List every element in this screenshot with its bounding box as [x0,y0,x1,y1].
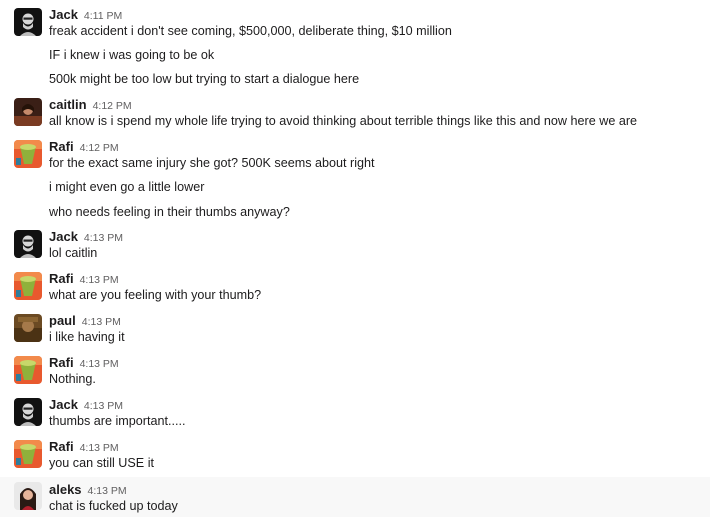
message[interactable]: Rafi 4:12 PM for the exact same injury sh… [0,136,710,226]
message-text: for the exact same injury she got? 500K … [49,156,375,170]
jack-avatar-icon[interactable] [14,398,42,426]
message[interactable]: caitlin 4:12 PM all know is i spend my wh… [0,96,710,136]
message-text: lol caitlin [49,246,98,260]
author-name[interactable]: Rafi [49,439,74,454]
message-text: 500k might be too low but trying to star… [49,72,360,86]
message[interactable]: Jack 4:13 PM lol caitlin [0,226,710,268]
message-text: i like having it [49,330,125,344]
message-text: all know is i spend my whole life trying… [49,114,638,128]
message-text: chat is fucked up today [49,499,178,513]
message-text: Nothing. [49,372,96,386]
timestamp[interactable]: 4:13 PM [84,232,123,244]
message[interactable]: aleks 4:13 PM chat is fucked up today [0,477,710,517]
message-text: freak accident i don't see coming, $500,… [49,24,452,38]
paul-avatar-icon[interactable] [14,314,42,342]
author-name[interactable]: Rafi [49,139,74,154]
message[interactable]: Rafi 4:13 PM Nothing. [0,352,710,394]
author-name[interactable]: Jack [49,397,78,412]
rafi-avatar-icon[interactable] [14,140,42,168]
author-name[interactable]: paul [49,313,76,328]
author-name[interactable]: Jack [49,229,78,244]
message-text: IF i knew i was going to be ok [49,48,215,62]
caitlin-avatar-icon[interactable] [14,98,42,126]
rafi-avatar-icon[interactable] [14,356,42,384]
timestamp[interactable]: 4:13 PM [82,316,121,328]
timestamp[interactable]: 4:11 PM [84,10,122,22]
rafi-avatar-icon[interactable] [14,440,42,468]
timestamp[interactable]: 4:12 PM [93,100,132,112]
timestamp[interactable]: 4:13 PM [88,485,127,497]
message-text: i might even go a little lower [49,180,205,194]
aleks-avatar-icon[interactable] [14,482,42,510]
message[interactable]: Jack 4:13 PM thumbs are important..... [0,394,710,436]
message[interactable]: Rafi 4:13 PM what are you feeling with yo… [0,268,710,310]
message-text: who needs feeling in their thumbs anyway… [49,205,290,219]
timestamp[interactable]: 4:12 PM [80,142,119,154]
timestamp[interactable]: 4:13 PM [80,358,119,370]
rafi-avatar-icon[interactable] [14,272,42,300]
timestamp[interactable]: 4:13 PM [80,274,119,286]
author-name[interactable]: Rafi [49,271,74,286]
author-name[interactable]: Jack [49,7,78,22]
jack-avatar-icon[interactable] [14,230,42,258]
author-name[interactable]: Rafi [49,355,74,370]
author-name[interactable]: aleks [49,482,82,497]
message-text: thumbs are important..... [49,414,186,428]
author-name[interactable]: caitlin [49,97,87,112]
message-text: you can still USE it [49,456,154,470]
message-feed: Jack 4:11 PM freak accident i don't see c… [0,0,710,517]
timestamp[interactable]: 4:13 PM [84,400,123,412]
message-text: what are you feeling with your thumb? [49,288,262,302]
jack-avatar-icon[interactable] [14,8,42,36]
message[interactable]: paul 4:13 PM i like having it [0,310,710,352]
timestamp[interactable]: 4:13 PM [80,442,119,454]
message[interactable]: Jack 4:11 PM freak accident i don't see c… [0,0,710,96]
message[interactable]: Rafi 4:13 PM you can still USE it [0,436,710,477]
